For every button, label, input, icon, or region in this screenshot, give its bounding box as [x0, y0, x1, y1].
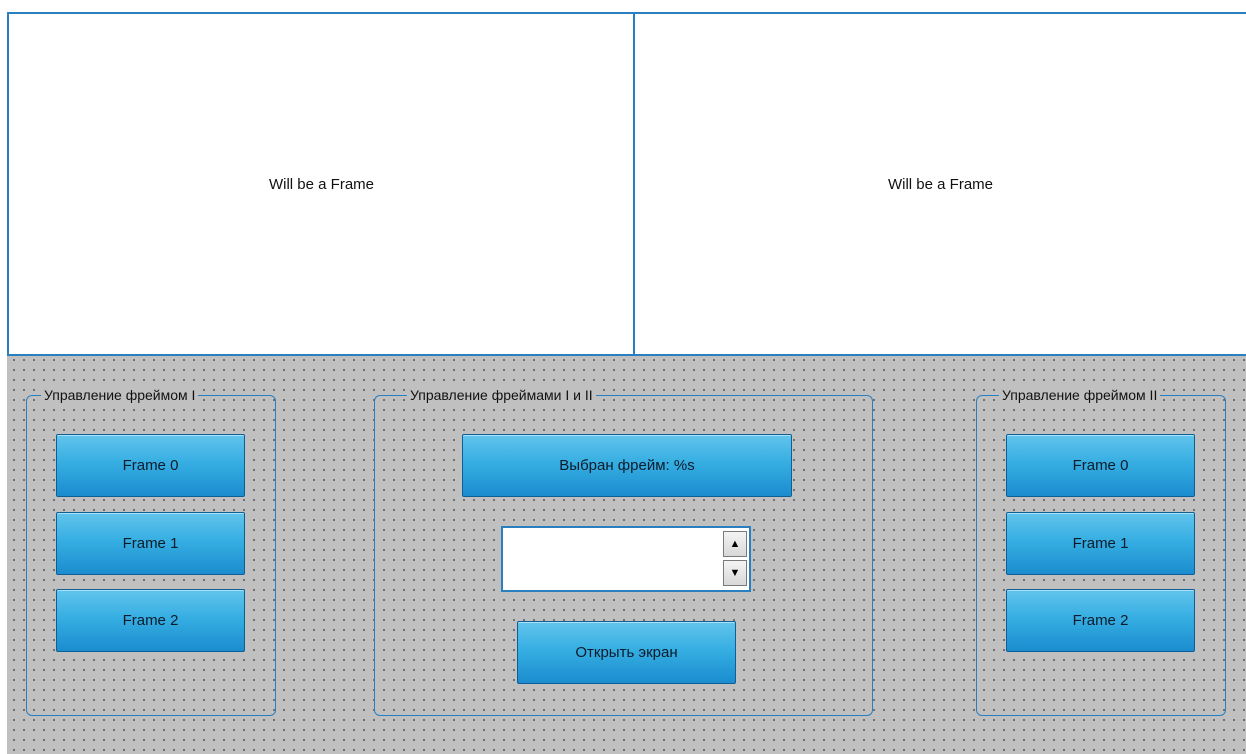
open-screen-button[interactable]: Открыть экран — [517, 621, 736, 684]
triangle-down-icon: ▼ — [729, 567, 741, 579]
frame-placeholder-label: Will be a Frame — [887, 175, 994, 193]
frame-placeholder-2: Will be a Frame — [633, 12, 1246, 356]
frame-0-button-right[interactable]: Frame 0 — [1006, 434, 1195, 497]
spin-up-button[interactable]: ▲ — [723, 531, 747, 557]
frame-1-button-right[interactable]: Frame 1 — [1006, 512, 1195, 575]
group-title: Управление фреймом II — [999, 386, 1161, 404]
frame-0-button-left[interactable]: Frame 0 — [56, 434, 245, 497]
group-title: Управление фреймами I и II — [407, 386, 596, 404]
selected-frame-button[interactable]: Выбран фрейм: %s — [462, 434, 792, 497]
frame-spin-input[interactable] — [503, 528, 718, 590]
frame-placeholder-label: Will be a Frame — [268, 175, 375, 193]
frame-2-button-left[interactable]: Frame 2 — [56, 589, 245, 652]
triangle-up-icon: ▲ — [729, 538, 741, 550]
frame-placeholder-1: Will be a Frame — [7, 12, 636, 356]
frame-spinbox: ▲ ▼ — [501, 526, 751, 592]
frame-1-button-left[interactable]: Frame 1 — [56, 512, 245, 575]
spin-down-button[interactable]: ▼ — [723, 560, 747, 586]
frame-2-button-right[interactable]: Frame 2 — [1006, 589, 1195, 652]
group-title: Управление фреймом I — [41, 386, 199, 404]
